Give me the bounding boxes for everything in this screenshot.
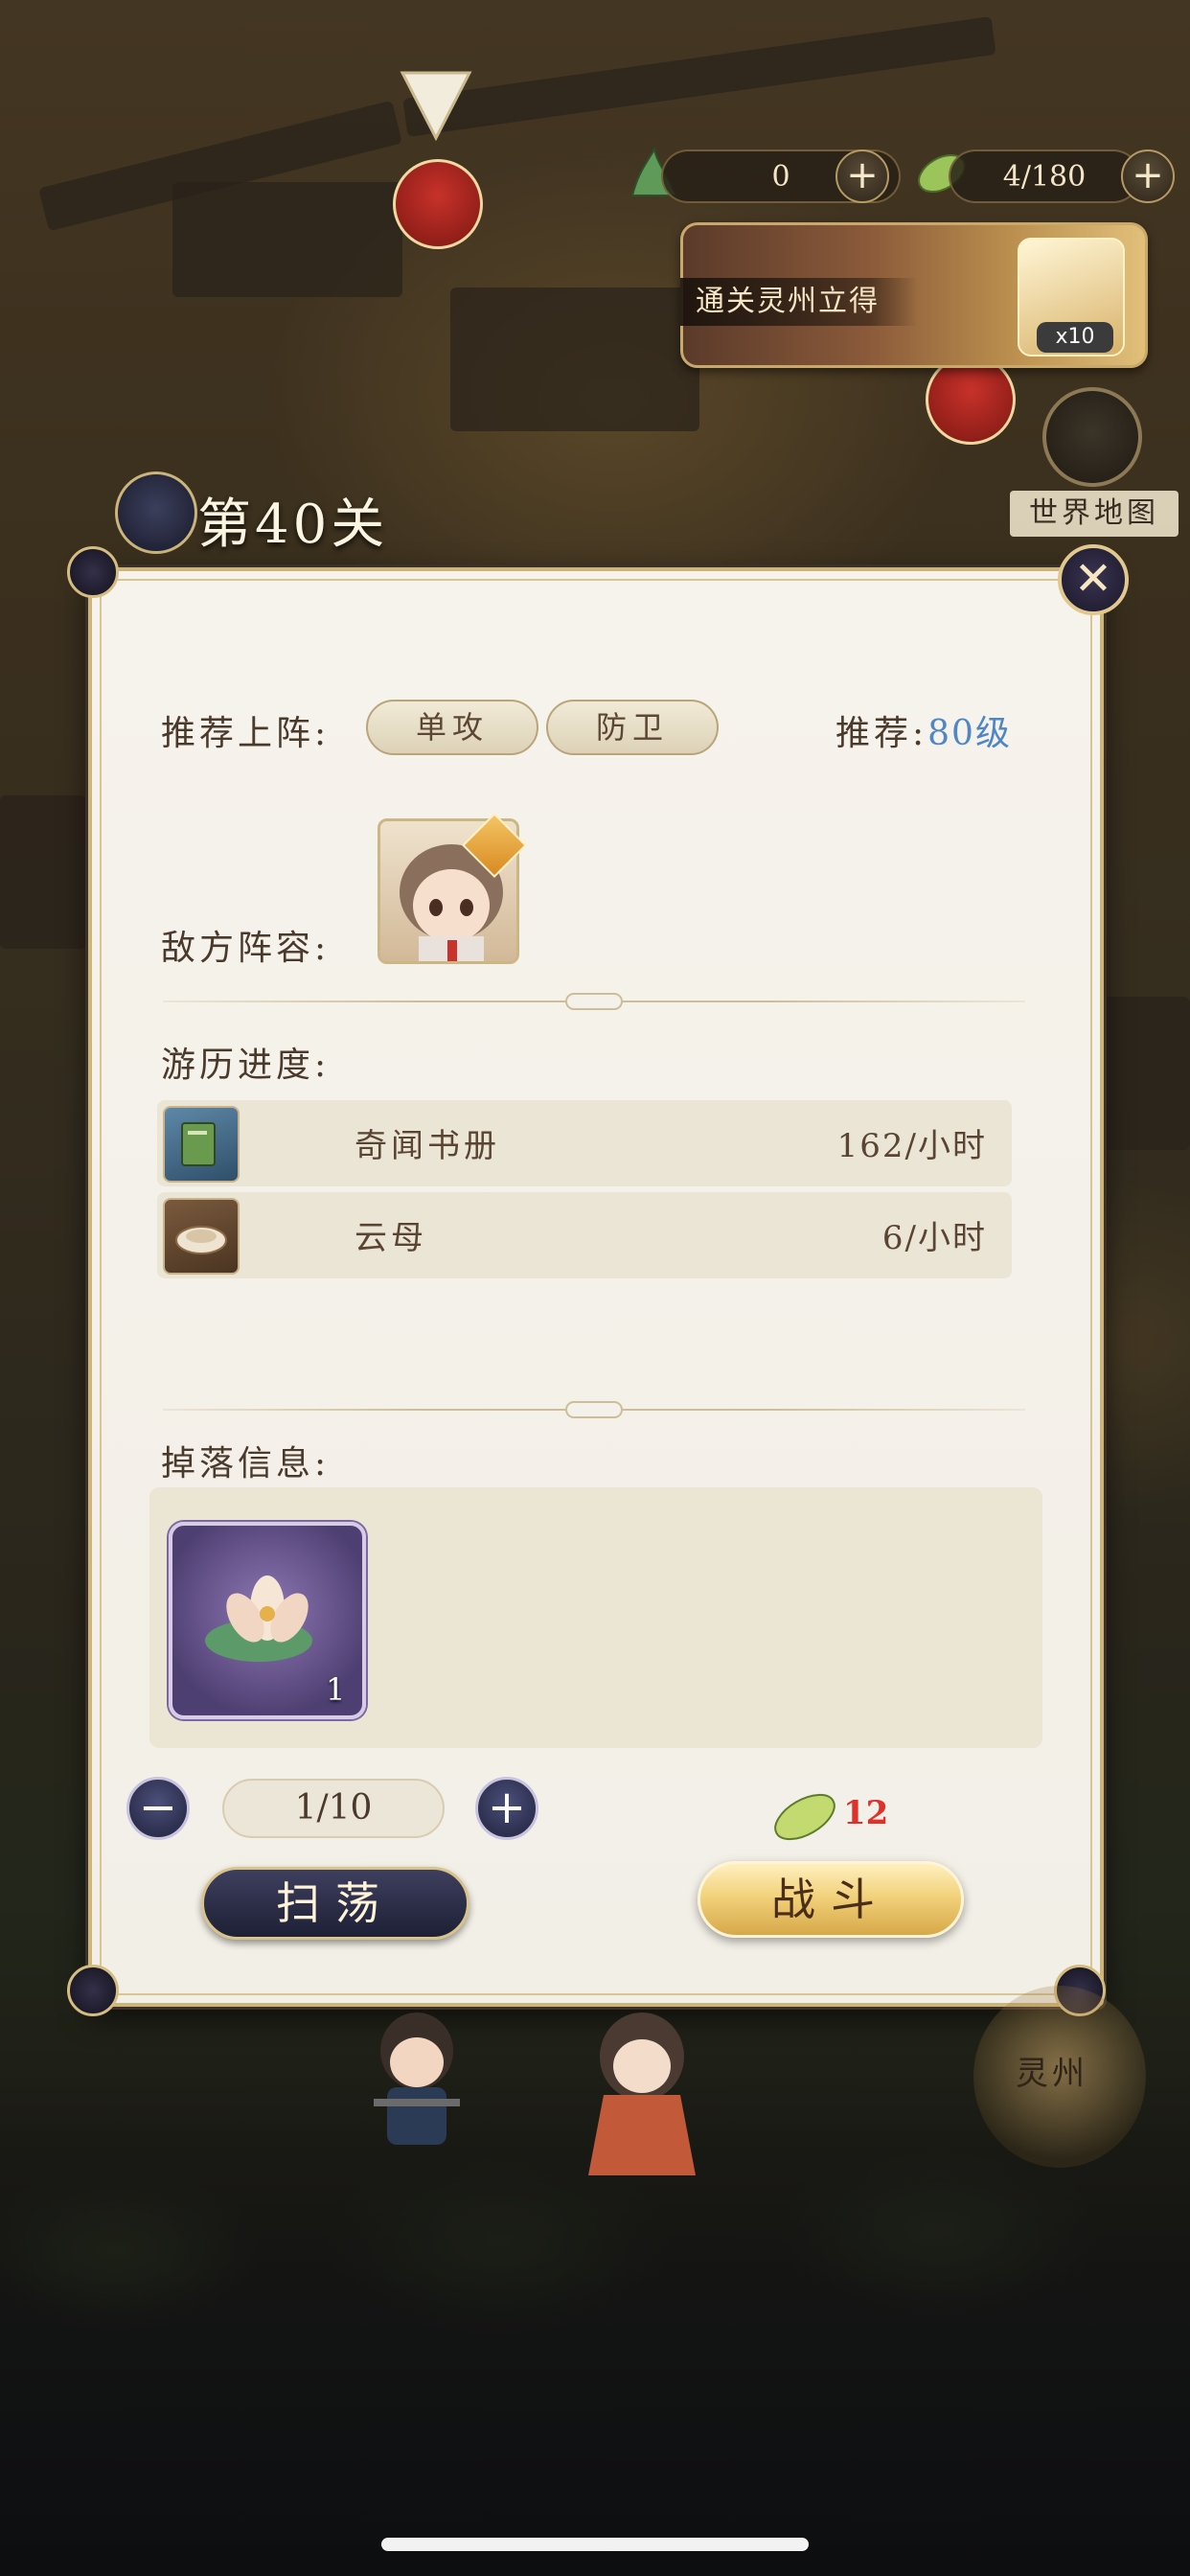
stamina-cost-value: 12 bbox=[843, 1794, 889, 1832]
stamina-bar: 4/180 bbox=[949, 150, 1140, 203]
stamina-value: 4/180 bbox=[1002, 159, 1087, 194]
tag-single-attack: 单攻 bbox=[366, 700, 538, 755]
recommend-level-value: 80级 bbox=[927, 714, 1012, 753]
increase-button[interactable]: + bbox=[475, 1777, 538, 1840]
quest-banner-text: 通关灵州立得 bbox=[680, 278, 918, 326]
progress-item-rate: 6/小时 bbox=[881, 1219, 987, 1257]
drop-item-count: 1 bbox=[326, 1671, 346, 1708]
tag-defense: 防卫 bbox=[546, 700, 719, 755]
corner-ornament-icon bbox=[67, 546, 119, 598]
mica-icon bbox=[163, 1198, 240, 1275]
currency-value: 0 bbox=[771, 159, 790, 194]
progress-item-rate: 162/小时 bbox=[836, 1127, 987, 1165]
close-button[interactable]: ✕ bbox=[1058, 544, 1129, 615]
divider-ornament bbox=[565, 993, 623, 1010]
progress-row-book: 奇闻书册 162/小时 bbox=[157, 1100, 1012, 1186]
recommend-level: 推荐:80级 bbox=[835, 705, 1012, 755]
map-reward-marker[interactable] bbox=[926, 355, 1016, 445]
map-position-arrow-icon bbox=[400, 71, 472, 142]
decrease-button[interactable]: − bbox=[126, 1777, 190, 1840]
player-character-swordsman bbox=[374, 2012, 460, 2145]
progress-row-mica: 云母 6/小时 bbox=[157, 1192, 1012, 1278]
world-map-button[interactable] bbox=[1042, 387, 1142, 487]
quest-reward-count: x10 bbox=[1037, 322, 1113, 353]
currency-add-button[interactable]: + bbox=[835, 150, 889, 203]
sweep-count-display: 1/10 bbox=[222, 1779, 445, 1838]
stage-title: 第40关 bbox=[197, 494, 389, 556]
recommend-level-label: 推荐: bbox=[835, 714, 928, 753]
progress-item-name: 奇闻书册 bbox=[355, 1127, 500, 1165]
stage-emblem-icon bbox=[115, 472, 197, 554]
map-reward-marker[interactable] bbox=[393, 159, 483, 249]
sweep-button[interactable]: 扫荡 bbox=[201, 1867, 469, 1940]
travel-progress-label: 游历进度: bbox=[161, 1046, 331, 1085]
progress-item-name: 云母 bbox=[355, 1219, 427, 1257]
stamina-cost-leaf-icon bbox=[774, 1793, 835, 1841]
world-map-label[interactable]: 世界地图 bbox=[1010, 491, 1179, 537]
drop-info-label: 掉落信息: bbox=[161, 1444, 331, 1484]
recommend-lineup-label: 推荐上阵: bbox=[161, 714, 331, 753]
player-character-lady bbox=[588, 2012, 696, 2175]
stage-title-header: 第40关 bbox=[115, 472, 613, 558]
divider-ornament bbox=[565, 1401, 623, 1418]
enemy-lineup-label: 敌方阵容: bbox=[161, 929, 331, 968]
book-icon bbox=[163, 1106, 240, 1183]
corner-ornament-icon bbox=[67, 1965, 119, 2016]
stamina-add-button[interactable]: + bbox=[1121, 150, 1175, 203]
home-indicator[interactable] bbox=[381, 2538, 809, 2551]
region-label: 灵州 bbox=[1016, 2055, 1088, 2093]
battle-button[interactable]: 战斗 bbox=[698, 1861, 964, 1938]
